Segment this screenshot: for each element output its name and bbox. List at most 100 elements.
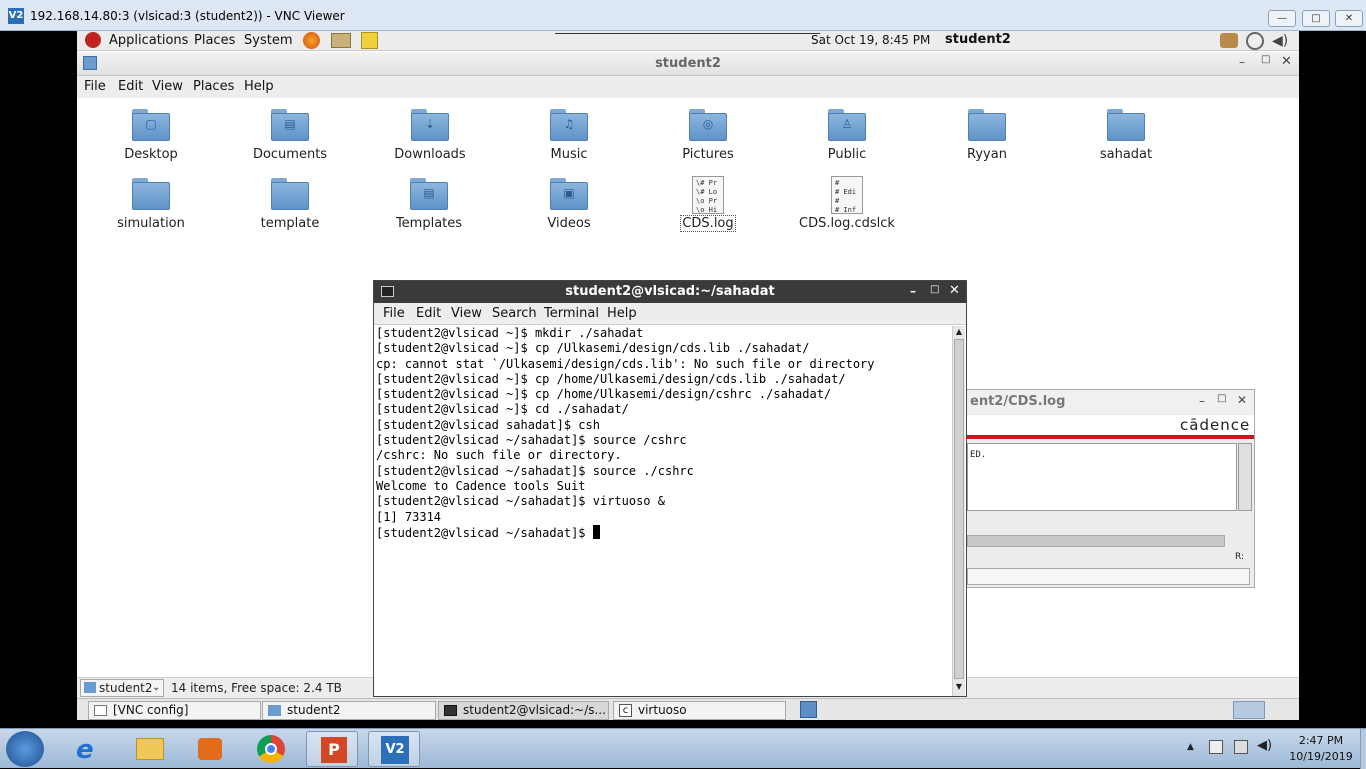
close-icon[interactable]: ✕ — [1237, 393, 1247, 407]
mail-launcher-icon[interactable] — [331, 33, 351, 48]
vnc-close-button[interactable]: ✕ — [1335, 10, 1363, 27]
internet-explorer-icon[interactable]: e — [64, 731, 116, 767]
chrome-icon[interactable] — [244, 731, 296, 767]
gnome-bottom-panel: [VNC config] student2 student2@vlsicad:~… — [77, 698, 1299, 720]
vnc-title-bar[interactable]: V2 192.168.14.80:3 (vlsicad:3 (student2)… — [0, 0, 1366, 31]
terminal-line: [student2@vlsicad ~/sahadat]$ — [376, 525, 593, 540]
pictures-folder[interactable]: ◎ Pictures — [638, 109, 778, 162]
taskbar-terminal[interactable]: student2@vlsicad:~/s... — [438, 701, 609, 720]
scroll-up-icon[interactable]: ▲ — [954, 327, 964, 339]
terminal-output[interactable]: [student2@vlsicad ~]$ mkdir ./sahadat [st… — [376, 326, 952, 692]
text-editor-launcher-icon[interactable] — [361, 32, 378, 49]
menu-search[interactable]: Search — [492, 306, 537, 321]
taskbar-label: virtuoso — [638, 703, 687, 717]
cadence-r-label: R: — [1235, 552, 1245, 562]
cadence-scrollbar[interactable] — [1238, 443, 1252, 511]
vnc-viewer-taskbar-icon[interactable]: V2 — [368, 731, 420, 767]
places-menu[interactable]: Places — [194, 33, 235, 48]
videos-folder[interactable]: ▣ Videos — [499, 178, 639, 231]
power-icon[interactable] — [1246, 32, 1264, 50]
minimize-icon[interactable]: – — [1239, 55, 1245, 69]
cds-log-cdslck-file[interactable]: # # Edi # # Inf CDS.log.cdslck — [777, 176, 917, 231]
show-hidden-icons[interactable]: ▲ — [1187, 742, 1194, 752]
system-menu[interactable]: System — [244, 33, 292, 48]
taskbar-label: [VNC config] — [113, 703, 189, 717]
menu-places[interactable]: Places — [193, 79, 234, 94]
folder-icon — [132, 178, 170, 210]
file-manager-title-bar[interactable]: student2 – □ ✕ — [77, 52, 1299, 76]
public-folder[interactable]: ♙ Public — [777, 109, 917, 162]
taskbar-file-manager[interactable]: student2 — [262, 701, 436, 720]
terminal-window[interactable]: student2@vlsicad:~/sahadat – □ ✕ File Ed… — [373, 280, 967, 697]
desktop-folder-icon: ▢ — [132, 109, 170, 141]
menu-edit[interactable]: Edit — [416, 306, 441, 321]
file-manager-menubar: File Edit View Places Help — [77, 76, 1299, 98]
menu-help[interactable]: Help — [244, 79, 274, 94]
windows-start-button[interactable] — [6, 731, 44, 767]
close-icon[interactable]: ✕ — [1281, 54, 1292, 69]
item-label: sahadat — [1099, 147, 1153, 162]
menu-view[interactable]: View — [451, 306, 482, 321]
volume-icon[interactable]: ◀) — [1257, 738, 1272, 753]
taskbar-label: student2 — [287, 703, 341, 717]
item-label: Videos — [547, 216, 591, 231]
volume-icon[interactable]: ◀) — [1272, 32, 1290, 50]
item-label: CDS.log — [680, 215, 736, 232]
terminal-line: [student2@vlsicad ~/sahadat]$ source ./c… — [376, 463, 694, 478]
minimize-icon[interactable]: – — [1199, 394, 1205, 408]
taskbar-vnc-config[interactable]: [VNC config] — [88, 701, 261, 720]
taskbar-virtuoso[interactable]: c virtuoso — [613, 701, 786, 720]
terminal-title-bar[interactable]: student2@vlsicad:~/sahadat – □ ✕ — [374, 281, 966, 303]
firefox-launcher-icon[interactable] — [303, 32, 320, 49]
maximize-icon[interactable]: □ — [1261, 54, 1270, 65]
maximize-icon[interactable]: □ — [1217, 393, 1226, 404]
applications-menu[interactable]: Applications — [109, 33, 188, 48]
cadence-input-line[interactable] — [967, 535, 1225, 547]
minimize-icon[interactable]: – — [910, 284, 916, 298]
menu-terminal[interactable]: Terminal — [544, 306, 599, 321]
workspace-switcher[interactable] — [1233, 701, 1265, 719]
menu-view[interactable]: View — [152, 79, 183, 94]
music-folder[interactable]: ♫ Music — [499, 109, 639, 162]
template-folder[interactable]: template — [220, 178, 360, 231]
cadence-title-bar[interactable]: ent2/CDS.log – □ ✕ — [967, 390, 1254, 414]
action-center-icon[interactable] — [1209, 740, 1223, 754]
panel-username[interactable]: student2 — [945, 32, 1011, 47]
media-player-icon[interactable] — [184, 731, 236, 767]
close-icon[interactable]: ✕ — [949, 283, 960, 298]
simulation-folder[interactable]: simulation — [81, 178, 221, 231]
vnc-minimize-button[interactable]: — — [1268, 10, 1296, 27]
panel-clock[interactable]: Sat Oct 19, 8:45 PM — [811, 33, 930, 47]
clock-time: 2:47 PM — [1298, 734, 1344, 747]
system-clock[interactable]: 2:47 PM 10/19/2019 — [1282, 733, 1360, 765]
location-dropdown[interactable]: student2 ⌄ — [80, 679, 164, 697]
maximize-icon[interactable]: □ — [930, 284, 939, 295]
templates-folder[interactable]: ▤ Templates — [359, 178, 499, 231]
vnc-maximize-button[interactable]: □ — [1302, 10, 1330, 27]
desktop-folder[interactable]: ▢ Desktop — [81, 109, 221, 162]
trash-icon[interactable] — [800, 701, 817, 718]
show-desktop-button[interactable] — [1360, 729, 1366, 769]
update-notifier-icon[interactable] — [1220, 33, 1238, 48]
downloads-folder[interactable]: ⇣ Downloads — [360, 109, 500, 162]
network-icon[interactable] — [1234, 740, 1248, 754]
cadence-ciw-window[interactable]: ent2/CDS.log – □ ✕ cādence ED. R: — [966, 389, 1255, 588]
powerpoint-icon[interactable]: P — [306, 731, 358, 767]
scrollbar-thumb[interactable] — [954, 339, 964, 679]
menu-help[interactable]: Help — [607, 306, 637, 321]
menu-file[interactable]: File — [84, 79, 106, 94]
terminal-line: [student2@vlsicad ~]$ mkdir ./sahadat — [376, 326, 644, 340]
scroll-down-icon[interactable]: ▼ — [954, 682, 964, 694]
cadence-output-area: ED. — [967, 443, 1237, 511]
ryyan-folder[interactable]: Ryyan — [917, 109, 1057, 162]
menu-edit[interactable]: Edit — [118, 79, 143, 94]
music-folder-icon: ♫ — [550, 109, 588, 141]
documents-folder[interactable]: ▤ Documents — [220, 109, 360, 162]
folder-icon — [1107, 109, 1145, 141]
sahadat-folder[interactable]: sahadat — [1056, 109, 1196, 162]
file-explorer-icon[interactable] — [124, 731, 176, 767]
menu-file[interactable]: File — [383, 306, 405, 321]
terminal-scrollbar[interactable]: ▲ ▼ — [952, 326, 965, 696]
file-manager-title: student2 — [655, 56, 721, 71]
cds-log-file[interactable]: \# Pr \# Lo \o Pr \o Hi CDS.log — [638, 176, 778, 232]
